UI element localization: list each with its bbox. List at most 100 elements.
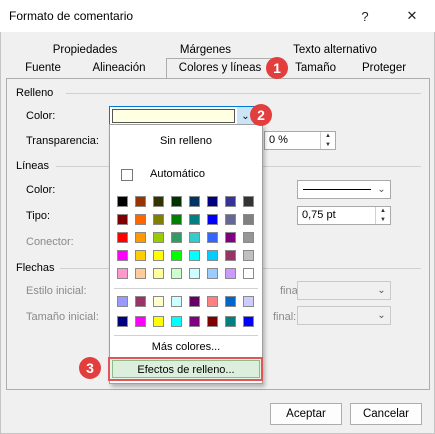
spinner-buttons[interactable]: ▲ ▼ <box>375 207 390 224</box>
line-weight-value: 0,75 pt <box>302 209 336 221</box>
color-swatch[interactable] <box>207 196 218 207</box>
spin-up-icon[interactable]: ▲ <box>321 132 335 141</box>
step-badge-2: 2 <box>250 104 272 126</box>
color-swatch[interactable] <box>207 268 218 279</box>
help-button[interactable]: ? <box>342 0 388 32</box>
color-swatch[interactable] <box>225 232 236 243</box>
color-swatch[interactable] <box>153 232 164 243</box>
cancel-button[interactable]: Cancelar <box>350 403 422 425</box>
color-swatch[interactable] <box>207 232 218 243</box>
color-swatch[interactable] <box>171 316 182 327</box>
spin-down-icon[interactable]: ▼ <box>376 216 390 225</box>
color-swatch[interactable] <box>207 316 218 327</box>
tab-colores-y-lineas[interactable]: Colores y líneas <box>166 58 274 79</box>
tab-texto-alternativo[interactable]: Texto alternativo <box>270 41 400 60</box>
tab-proteger[interactable]: Proteger <box>348 59 420 78</box>
close-icon: ✕ <box>406 8 418 23</box>
color-swatch[interactable] <box>117 268 128 279</box>
fill-effects-option[interactable]: Efectos de relleno... <box>112 360 260 378</box>
fill-color-dropdown[interactable]: ⌄ <box>109 106 255 126</box>
chevron-down-icon[interactable]: ⌄ <box>373 282 390 299</box>
section-fill-divider <box>66 93 421 94</box>
color-swatch[interactable] <box>171 250 182 261</box>
color-swatch[interactable] <box>243 268 254 279</box>
tab-alineacion[interactable]: Alineación <box>80 59 158 78</box>
color-swatch[interactable] <box>153 250 164 261</box>
color-swatch[interactable] <box>189 250 200 261</box>
color-swatch[interactable] <box>117 296 128 307</box>
line-type-label: Tipo: <box>26 210 51 222</box>
color-swatch[interactable] <box>153 268 164 279</box>
color-swatch[interactable] <box>225 316 236 327</box>
line-style-dropdown[interactable]: ⌄ <box>297 180 391 199</box>
ok-button[interactable]: Aceptar <box>270 403 342 425</box>
color-swatch[interactable] <box>171 196 182 207</box>
color-swatch[interactable] <box>189 268 200 279</box>
color-swatch[interactable] <box>243 214 254 225</box>
tab-tamano[interactable]: Tamaño <box>282 59 340 78</box>
color-swatch[interactable] <box>243 232 254 243</box>
color-swatch[interactable] <box>225 196 236 207</box>
spinner-buttons[interactable]: ▲ ▼ <box>320 132 335 149</box>
chevron-down-icon[interactable]: ⌄ <box>373 181 390 198</box>
color-swatch[interactable] <box>117 316 128 327</box>
color-swatch[interactable] <box>135 296 146 307</box>
end-style-dropdown[interactable]: ⌄ <box>297 281 391 300</box>
color-swatch[interactable] <box>243 250 254 261</box>
color-swatch[interactable] <box>225 268 236 279</box>
fill-color-swatch <box>112 109 235 123</box>
transparency-value: 0 % <box>269 134 288 146</box>
color-swatch[interactable] <box>117 232 128 243</box>
color-swatch[interactable] <box>225 214 236 225</box>
color-swatch[interactable] <box>207 296 218 307</box>
tab-propiedades[interactable]: Propiedades <box>30 41 140 60</box>
more-colors-option[interactable]: Más colores... <box>110 341 262 353</box>
connector-label: Conector: <box>26 236 74 248</box>
spin-up-icon[interactable]: ▲ <box>376 207 390 216</box>
color-swatch[interactable] <box>117 250 128 261</box>
color-swatch[interactable] <box>153 196 164 207</box>
color-swatch[interactable] <box>243 316 254 327</box>
end-size-dropdown[interactable]: ⌄ <box>297 306 391 325</box>
color-swatch[interactable] <box>243 296 254 307</box>
close-button[interactable]: ✕ <box>389 0 435 32</box>
color-swatch[interactable] <box>135 214 146 225</box>
color-swatch[interactable] <box>225 296 236 307</box>
automatic-swatch[interactable] <box>121 169 133 181</box>
color-swatch[interactable] <box>171 214 182 225</box>
color-swatch[interactable] <box>207 214 218 225</box>
transparency-spinner[interactable]: 0 % ▲ ▼ <box>264 131 336 150</box>
no-fill-option[interactable]: Sin relleno <box>110 135 262 147</box>
color-swatch[interactable] <box>189 232 200 243</box>
automatic-option[interactable]: Automático <box>150 168 205 180</box>
color-swatch[interactable] <box>117 214 128 225</box>
color-swatch[interactable] <box>189 196 200 207</box>
color-swatch[interactable] <box>189 296 200 307</box>
color-swatch[interactable] <box>135 232 146 243</box>
color-swatch[interactable] <box>153 316 164 327</box>
line-weight-spinner[interactable]: 0,75 pt ▲ ▼ <box>297 206 391 225</box>
color-swatch[interactable] <box>153 296 164 307</box>
chevron-down-icon[interactable]: ⌄ <box>373 307 390 324</box>
color-swatch[interactable] <box>243 196 254 207</box>
color-swatch[interactable] <box>225 250 236 261</box>
tab-fuente[interactable]: Fuente <box>16 59 70 78</box>
color-swatch[interactable] <box>171 232 182 243</box>
spin-down-icon[interactable]: ▼ <box>321 141 335 150</box>
step-badge-1: 1 <box>266 57 288 79</box>
color-swatch[interactable] <box>135 250 146 261</box>
color-swatch[interactable] <box>189 316 200 327</box>
color-swatch[interactable] <box>135 268 146 279</box>
color-swatch[interactable] <box>135 196 146 207</box>
color-swatch[interactable] <box>135 316 146 327</box>
section-arrows: Flechas <box>16 262 55 274</box>
line-style-preview <box>303 189 371 190</box>
color-swatch[interactable] <box>171 296 182 307</box>
color-grid <box>110 193 262 288</box>
step-badge-3: 3 <box>79 357 101 379</box>
color-swatch[interactable] <box>171 268 182 279</box>
color-swatch[interactable] <box>153 214 164 225</box>
color-swatch[interactable] <box>117 196 128 207</box>
color-swatch[interactable] <box>189 214 200 225</box>
color-swatch[interactable] <box>207 250 218 261</box>
